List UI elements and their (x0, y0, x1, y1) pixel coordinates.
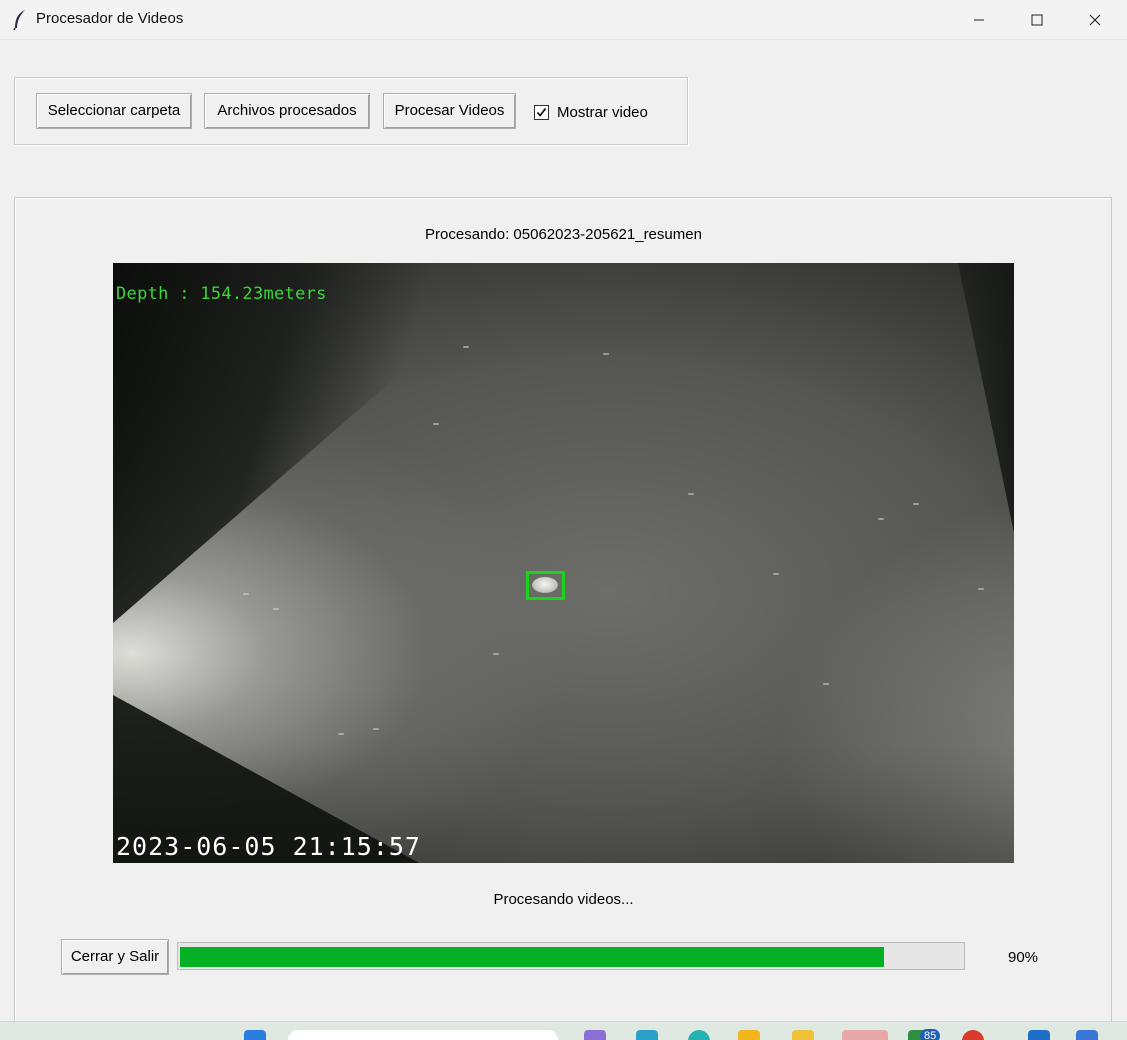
taskbar-app-icon[interactable] (738, 1030, 760, 1040)
particle (603, 353, 609, 355)
close-icon (1089, 14, 1101, 26)
particle (373, 728, 379, 730)
taskbar-app-icon[interactable] (636, 1030, 658, 1040)
process-videos-button[interactable]: Procesar Videos (383, 93, 516, 129)
particle (978, 588, 984, 590)
close-button[interactable] (1066, 0, 1124, 40)
progress-bar (177, 942, 965, 970)
maximize-icon (1031, 14, 1043, 26)
depth-overlay: Depth : 154.23meters (116, 284, 327, 304)
select-folder-button[interactable]: Seleccionar carpeta (36, 93, 192, 129)
close-exit-button[interactable]: Cerrar y Salir (61, 939, 169, 975)
processed-files-button[interactable]: Archivos procesados (204, 93, 370, 129)
particle (773, 573, 779, 575)
taskbar-app-icon[interactable] (1028, 1030, 1050, 1040)
taskbar-app-icon[interactable] (584, 1030, 606, 1040)
taskbar-app-icon[interactable] (1076, 1030, 1098, 1040)
taskbar-app-icon[interactable] (792, 1030, 814, 1040)
notification-badge: 85 (920, 1029, 941, 1040)
taskbar (0, 1021, 1127, 1040)
progress-bar-fill (180, 947, 884, 967)
taskbar-search[interactable] (288, 1030, 558, 1040)
minimize-icon (974, 19, 984, 21)
particle (243, 593, 249, 595)
particle (878, 518, 884, 520)
show-video-label: Mostrar video (557, 103, 648, 121)
start-icon[interactable] (244, 1030, 266, 1040)
minimize-button[interactable] (950, 0, 1008, 40)
checkmark-icon (536, 107, 547, 117)
particle (433, 423, 439, 425)
video-shadow-right (958, 263, 1014, 533)
processing-file-label: Procesando: 05062023-205621_resumen (425, 226, 702, 243)
progress-percent: 90% (1008, 949, 1039, 966)
video-preview (113, 263, 1014, 863)
checkbox-box[interactable] (534, 104, 549, 120)
particle (823, 683, 829, 685)
particle (273, 608, 279, 610)
timestamp-overlay: 2023-06-05 21:15:57 (116, 832, 421, 861)
show-video-checkbox[interactable]: Mostrar video (534, 102, 648, 122)
particle (338, 733, 344, 735)
taskbar-app-icon[interactable] (842, 1030, 888, 1040)
window-title: Procesador de Videos (36, 10, 184, 27)
particle (463, 346, 469, 348)
particle (493, 653, 499, 655)
title-bar: Procesador de Videos (0, 0, 1127, 40)
particle (913, 503, 919, 505)
feather-app-icon (13, 10, 25, 31)
particle (688, 493, 694, 495)
status-label: Procesando videos... (493, 891, 634, 908)
detection-box (526, 571, 565, 600)
maximize-button[interactable] (1008, 0, 1066, 40)
